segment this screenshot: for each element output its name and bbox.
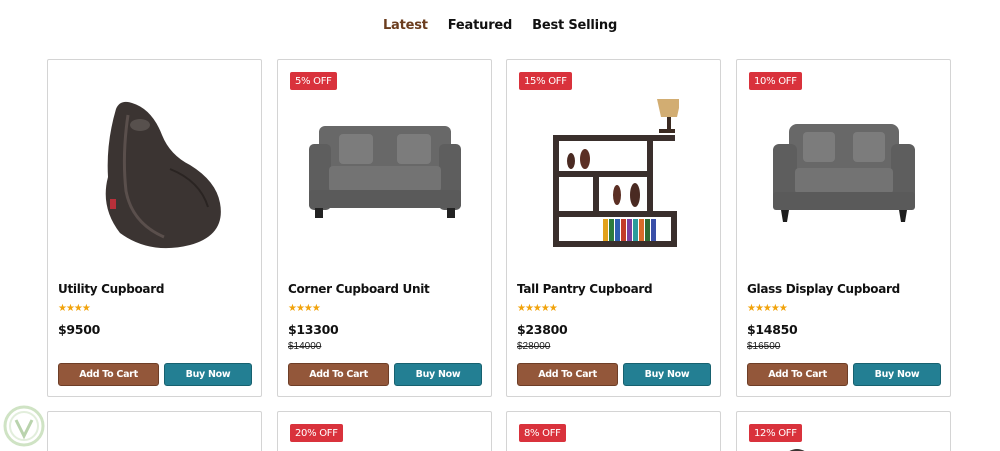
buy-now-button[interactable]: Buy Now [623, 363, 711, 386]
discount-badge: 8% OFF [519, 424, 566, 442]
add-to-cart-button[interactable]: Add To Cart [288, 363, 389, 386]
product-name[interactable]: Glass Display Cupboard [747, 282, 900, 296]
original-price: $16500 [747, 341, 781, 352]
product-card[interactable]: 5% OFF Corner Cupboard Unit ★★★★ $13300 … [277, 59, 492, 397]
discount-badge: 5% OFF [290, 72, 337, 90]
discount-badge: 15% OFF [519, 72, 572, 90]
rating-stars: ★★★★ [288, 303, 321, 314]
shelf-icon [553, 99, 679, 247]
add-to-cart-button[interactable]: Add To Cart [747, 363, 848, 386]
product-name[interactable]: Corner Cupboard Unit [288, 282, 430, 296]
tab-latest[interactable]: Latest [383, 18, 428, 33]
bean-bag-icon [105, 101, 221, 249]
product-card[interactable]: 20% OFF [277, 411, 492, 451]
product-card[interactable]: 10% OFF Glass Display Cupboard ★★★★★ $14… [736, 59, 951, 397]
rating-stars: ★★★★ [58, 303, 91, 314]
rating-stars: ★★★★★ [517, 303, 558, 314]
product-card[interactable]: 15% OFF Tall Pantry Cupboard ★★★★★ $2380… [506, 59, 721, 397]
buy-now-button[interactable]: Buy Now [853, 363, 941, 386]
product-image[interactable] [290, 80, 480, 270]
tab-best-selling[interactable]: Best Selling [532, 18, 617, 33]
buy-now-button[interactable]: Buy Now [164, 363, 252, 386]
product-image-partial [789, 449, 805, 451]
product-image[interactable] [749, 80, 939, 270]
rating-stars: ★★★★★ [747, 303, 788, 314]
product-card[interactable] [47, 411, 262, 451]
product-price: $13300 [288, 322, 339, 337]
original-price: $14000 [288, 341, 322, 352]
add-to-cart-button[interactable]: Add To Cart [58, 363, 159, 386]
product-card[interactable]: 8% OFF [506, 411, 721, 451]
buy-now-button[interactable]: Buy Now [394, 363, 482, 386]
product-price: $23800 [517, 322, 568, 337]
product-name[interactable]: Utility Cupboard [58, 282, 164, 296]
product-card[interactable]: 12% OFF [736, 411, 951, 451]
watermark-logo-icon [3, 405, 45, 447]
product-price: $9500 [58, 322, 100, 337]
discount-badge: 10% OFF [749, 72, 802, 90]
add-to-cart-button[interactable]: Add To Cart [517, 363, 618, 386]
sofa-icon [309, 126, 461, 218]
product-image[interactable] [60, 80, 250, 270]
product-card[interactable]: Utility Cupboard ★★★★ $9500 Add To Cart … [47, 59, 262, 397]
tab-featured[interactable]: Featured [448, 18, 513, 33]
armchair-sofa-icon [773, 124, 915, 222]
product-tabs: Latest Featured Best Selling [0, 18, 1000, 33]
original-price: $28000 [517, 341, 551, 352]
product-image[interactable] [519, 80, 709, 270]
discount-badge: 20% OFF [290, 424, 343, 442]
product-name[interactable]: Tall Pantry Cupboard [517, 282, 653, 296]
product-price: $14850 [747, 322, 798, 337]
